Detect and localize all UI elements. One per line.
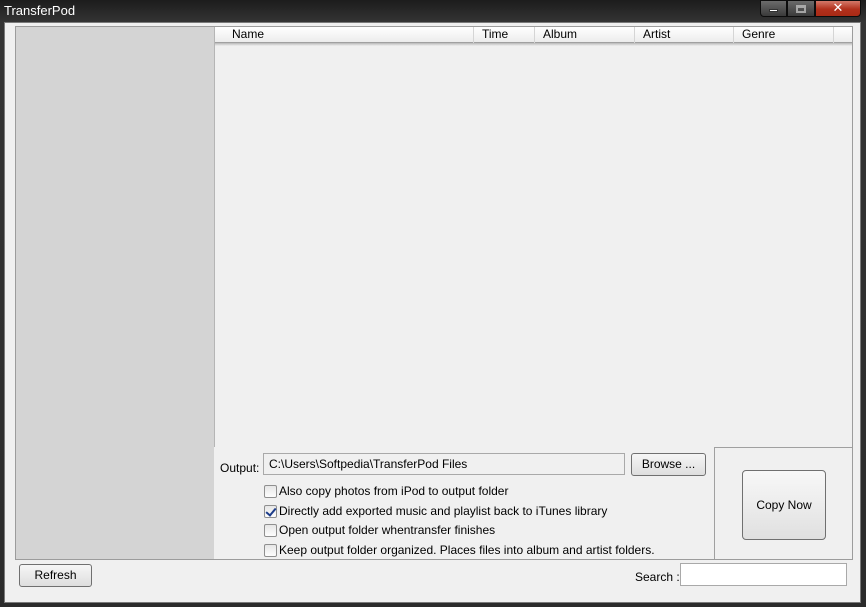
client-area: Name Time Album Artist Genre Output: C:\… [4, 22, 861, 603]
checkbox-open-output-folder[interactable] [264, 523, 277, 537]
option-keep-organized[interactable]: Keep output folder organized. Places fil… [264, 542, 655, 558]
option-copy-photos[interactable]: Also copy photos from iPod to output fol… [264, 483, 508, 499]
refresh-button[interactable]: Refresh [19, 564, 92, 587]
maximize-icon [796, 4, 806, 13]
column-header-album[interactable]: Album [535, 27, 635, 43]
column-header-name[interactable]: Name [215, 27, 474, 43]
option-open-output-folder[interactable]: Open output folder whentransfer finishes [264, 522, 495, 538]
title-bar[interactable]: TransferPod ✕ [0, 0, 866, 22]
bottom-bar: Refresh Search : [15, 560, 853, 594]
option-label: Open output folder whentransfer finishes [279, 523, 496, 537]
device-tree-panel[interactable] [16, 27, 214, 559]
maximize-button[interactable] [787, 0, 815, 17]
header-shadow [215, 43, 852, 46]
copy-panel: Copy Now [714, 447, 852, 559]
window-controls: ✕ [760, 0, 861, 17]
output-path-field[interactable]: C:\Users\Softpedia\TransferPod Files [263, 453, 625, 475]
output-options: Output: C:\Users\Softpedia\TransferPod F… [214, 447, 714, 559]
option-label: Keep output folder organized. Places fil… [279, 543, 655, 557]
option-label: Directly add exported music and playlist… [279, 504, 608, 518]
copy-now-label: Copy Now [756, 498, 812, 512]
search-label: Search : [635, 570, 680, 584]
checkbox-add-to-itunes[interactable] [264, 504, 277, 518]
window-title: TransferPod [4, 3, 76, 18]
checkbox-keep-organized[interactable] [264, 543, 277, 557]
close-icon: ✕ [832, 1, 844, 16]
main-frame: Name Time Album Artist Genre Output: C:\… [15, 26, 853, 560]
browse-button[interactable]: Browse ... [631, 453, 706, 476]
column-header-artist[interactable]: Artist [635, 27, 734, 43]
track-list-header: Name Time Album Artist Genre [215, 27, 852, 43]
output-label: Output: [220, 461, 260, 475]
copy-now-button[interactable]: Copy Now [742, 470, 826, 540]
minimize-icon [769, 9, 778, 12]
option-label: Also copy photos from iPod to output fol… [279, 484, 509, 498]
search-input[interactable] [680, 563, 847, 586]
column-header-time[interactable]: Time [474, 27, 535, 43]
column-header-genre[interactable]: Genre [734, 27, 834, 43]
checkbox-copy-photos[interactable] [264, 484, 277, 498]
minimize-button[interactable] [760, 0, 787, 17]
close-button[interactable]: ✕ [815, 0, 861, 17]
track-list[interactable]: Name Time Album Artist Genre [214, 27, 852, 447]
option-add-to-itunes[interactable]: Directly add exported music and playlist… [264, 503, 607, 519]
app-window: TransferPod ✕ Name Time Album Artist Gen… [0, 0, 866, 607]
